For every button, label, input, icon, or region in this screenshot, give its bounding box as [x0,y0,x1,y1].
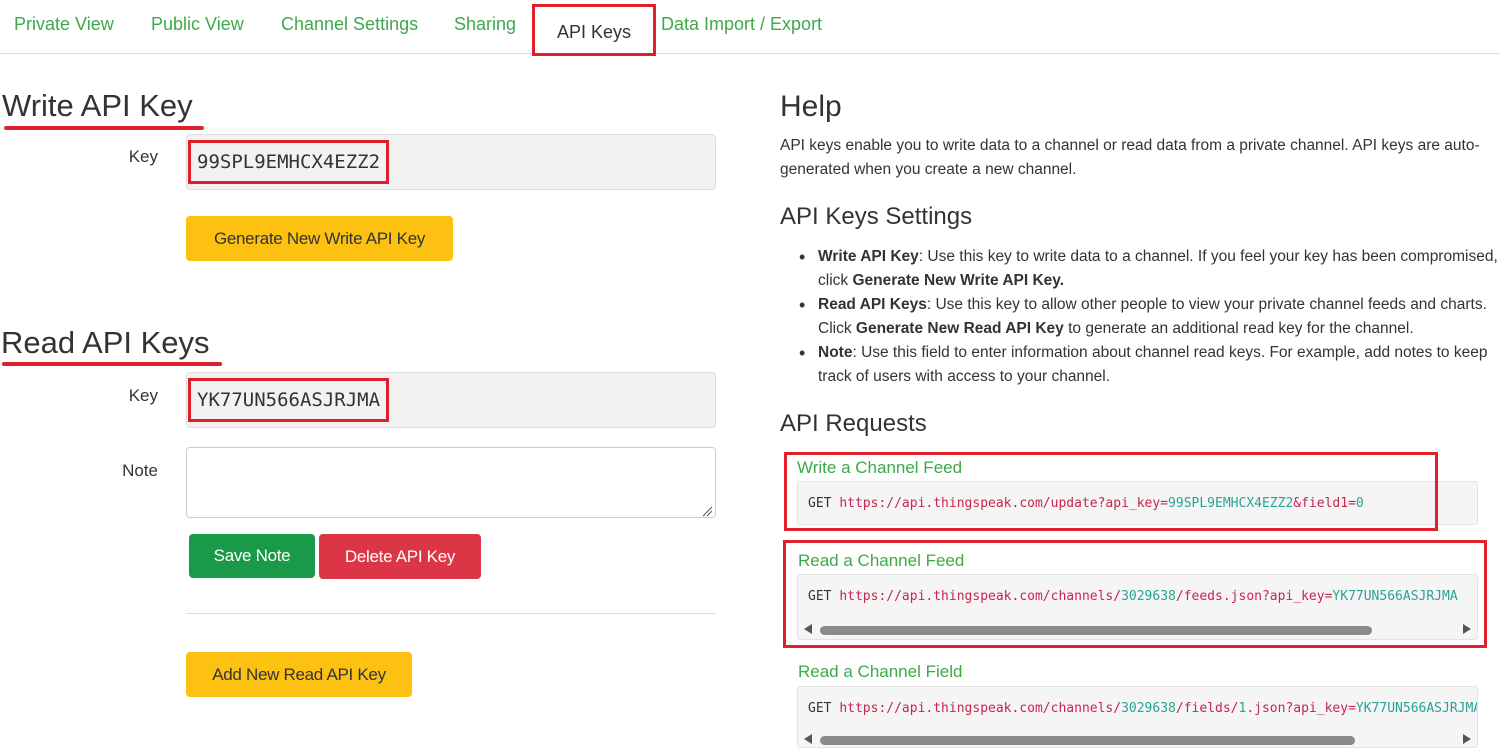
write-key-value[interactable]: 99SPL9EMHCX4EZZ2 [188,140,390,184]
horizontal-scrollbar[interactable] [800,731,1475,747]
read-key-label: Key [128,386,158,405]
code-line: GET https://api.thingspeak.com/channels/… [808,701,1478,717]
scroll-left-arrow-icon[interactable] [804,624,812,634]
scroll-thumb[interactable] [820,736,1355,745]
scroll-right-arrow-icon[interactable] [1463,734,1471,744]
code-key: 99SPL9EMHCX4EZZ2 [1168,496,1294,511]
code-line: GET https://api.thingspeak.com/update?ap… [808,496,1364,512]
request-read-field-code[interactable]: GET https://api.thingspeak.com/channels/… [797,686,1478,748]
code-url: .json?api_key= [1246,701,1356,716]
bullet-term: Write API Key [818,248,919,265]
request-read-field-title: Read a Channel Field [798,662,963,681]
tab-public-view[interactable]: Public View [151,14,244,46]
scroll-track[interactable] [818,626,1457,635]
resize-grip-icon[interactable] [701,504,713,517]
bullet-text: : Use this field to enter information ab… [818,344,1488,385]
code-key: YK77UN566ASJRJMA [1332,589,1458,604]
read-title-underline [2,362,222,366]
code-url: /feeds.json?api_key= [1175,589,1333,604]
code-key: YK77UN566ASJRJMA [1355,701,1478,716]
write-key-label: Key [128,147,158,166]
read-key-value[interactable]: YK77UN566ASJRJMA [188,378,390,422]
channel-tabs: Private View Public View Channel Setting… [0,0,1500,56]
code-num: 0 [1355,496,1364,511]
code-method: GET [808,589,832,604]
code-url: /fields/ [1175,701,1239,716]
tab-sharing[interactable]: Sharing [454,14,516,46]
help-title: Help [780,90,842,123]
code-method: GET [808,496,832,511]
tab-data-import-export[interactable]: Data Import / Export [661,14,822,46]
api-requests-title: API Requests [780,410,927,437]
tab-channel-settings[interactable]: Channel Settings [281,14,418,46]
generate-write-key-button[interactable]: Generate New Write API Key [186,216,453,261]
horizontal-scrollbar[interactable] [800,621,1475,637]
bullet-bold: Generate New Write API Key. [852,272,1065,289]
bullet-note: Note: Use this field to enter informatio… [799,341,1498,389]
request-write-feed-title: Write a Channel Feed [797,458,963,477]
scroll-left-arrow-icon[interactable] [804,734,812,744]
bullet-bold: Generate New Read API Key [855,320,1064,337]
api-keys-settings-title: API Keys Settings [780,203,973,230]
scroll-track[interactable] [818,736,1457,745]
bullet-read-keys: Read API Keys: Use this key to allow oth… [799,293,1498,341]
scroll-right-arrow-icon[interactable] [1463,624,1471,634]
write-title-underline [4,126,204,130]
code-channel: 3029638 [1121,701,1176,716]
code-url: https://api.thingspeak.com/channels/ [839,701,1122,716]
bullet-term: Read API Keys [818,296,927,313]
code-channel: 3029638 [1121,589,1176,604]
request-write-feed-code[interactable]: GET https://api.thingspeak.com/update?ap… [797,481,1478,525]
code-url: &field1= [1293,496,1356,511]
code-method: GET [808,701,832,716]
help-intro: API keys enable you to write data to a c… [780,137,1480,178]
bullet-write-key: Write API Key: Use this key to write dat… [799,245,1498,293]
bullet-text: to generate an additional read key for t… [1063,320,1414,337]
note-textarea[interactable] [186,447,716,518]
settings-bullet-list: Write API Key: Use this key to write dat… [799,245,1498,389]
tab-private-view[interactable]: Private View [14,14,114,46]
add-read-key-button[interactable]: Add New Read API Key [186,652,412,697]
save-note-button[interactable]: Save Note [189,534,315,578]
code-url: https://api.thingspeak.com/channels/ [839,589,1122,604]
write-api-key-title: Write API Key [2,88,193,123]
delete-api-key-button[interactable]: Delete API Key [319,534,481,579]
divider [186,613,716,614]
note-label: Note [122,461,158,480]
code-line: GET https://api.thingspeak.com/channels/… [808,589,1458,605]
scroll-thumb[interactable] [820,626,1372,635]
code-url: https://api.thingspeak.com/update?api_ke… [839,496,1169,511]
request-read-feed-title: Read a Channel Feed [798,551,965,570]
bullet-term: Note [818,344,853,361]
tab-api-keys[interactable]: API Keys [532,4,657,56]
request-read-feed-code[interactable]: GET https://api.thingspeak.com/channels/… [797,574,1478,640]
read-api-keys-title: Read API Keys [1,325,210,360]
